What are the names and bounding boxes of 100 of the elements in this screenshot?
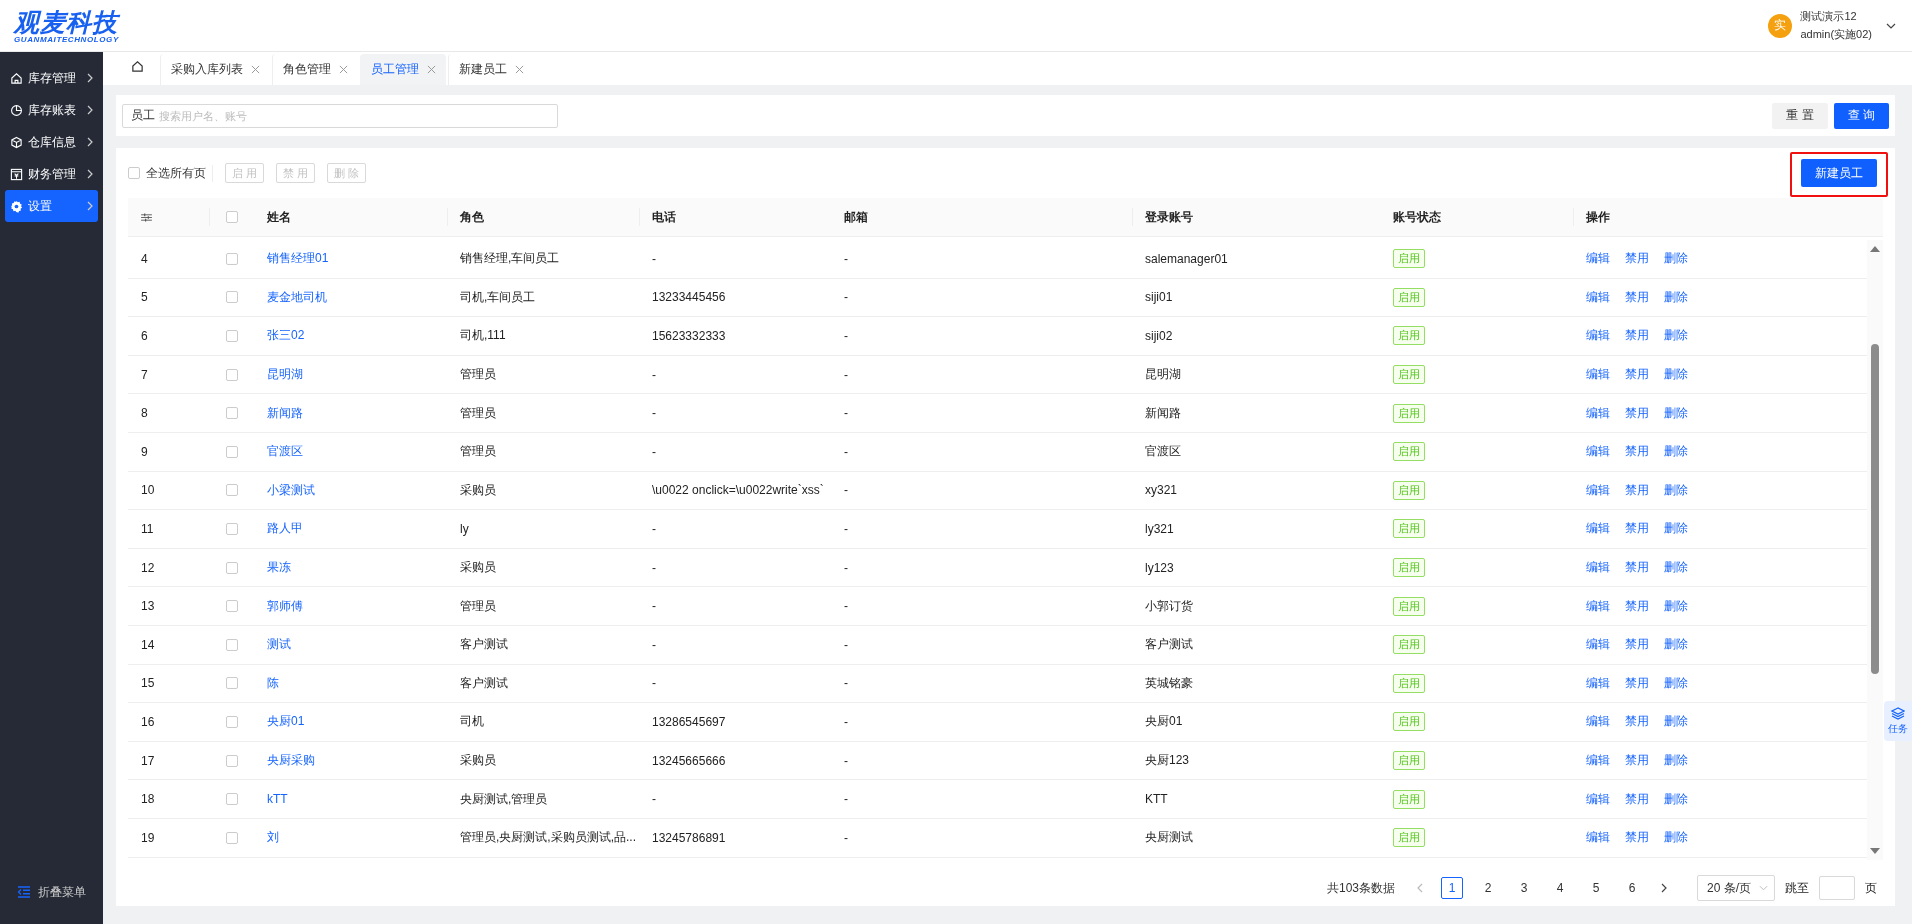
row-action-link[interactable]: 删除 bbox=[1664, 829, 1688, 847]
row-checkbox[interactable] bbox=[226, 291, 238, 304]
row-action-link[interactable]: 编辑 bbox=[1586, 713, 1610, 731]
page-number[interactable]: 1 bbox=[1441, 877, 1463, 899]
employee-name-link[interactable]: 果冻 bbox=[267, 559, 291, 577]
row-action-link[interactable]: 禁用 bbox=[1625, 404, 1649, 422]
employee-name-link[interactable]: 官渡区 bbox=[267, 443, 303, 461]
row-checkbox[interactable] bbox=[226, 600, 238, 613]
column-settings-icon[interactable] bbox=[141, 212, 152, 222]
row-action-link[interactable]: 删除 bbox=[1664, 481, 1688, 499]
row-action-link[interactable]: 编辑 bbox=[1586, 559, 1610, 577]
previous-page-icon[interactable] bbox=[1417, 883, 1423, 893]
page-number[interactable]: 5 bbox=[1585, 877, 1607, 899]
new-employee-button[interactable]: 新建员工 bbox=[1801, 159, 1877, 187]
page-number[interactable]: 4 bbox=[1549, 877, 1571, 899]
page-jump-field[interactable] bbox=[1819, 876, 1855, 900]
row-checkbox[interactable] bbox=[226, 831, 238, 844]
row-action-link[interactable]: 禁用 bbox=[1625, 443, 1649, 461]
row-action-link[interactable]: 编辑 bbox=[1586, 250, 1610, 268]
row-action-link[interactable]: 禁用 bbox=[1625, 713, 1649, 731]
employee-name-link[interactable]: 昆明湖 bbox=[267, 366, 303, 384]
row-checkbox[interactable] bbox=[226, 754, 238, 767]
page-number[interactable]: 2 bbox=[1477, 877, 1499, 899]
next-page-icon[interactable] bbox=[1661, 883, 1667, 893]
employee-name-link[interactable]: 新闻路 bbox=[267, 404, 303, 422]
row-action-link[interactable]: 删除 bbox=[1664, 443, 1688, 461]
row-action-link[interactable]: 编辑 bbox=[1586, 674, 1610, 692]
row-action-link[interactable]: 禁用 bbox=[1625, 327, 1649, 345]
row-checkbox[interactable] bbox=[226, 715, 238, 728]
task-side-tab[interactable]: 任务 bbox=[1884, 701, 1912, 741]
row-action-link[interactable]: 编辑 bbox=[1586, 829, 1610, 847]
row-checkbox[interactable] bbox=[226, 484, 238, 497]
row-checkbox[interactable] bbox=[226, 638, 238, 651]
collapse-menu-button[interactable]: 折叠菜单 bbox=[6, 878, 97, 906]
row-action-link[interactable]: 删除 bbox=[1664, 597, 1688, 615]
row-action-link[interactable]: 编辑 bbox=[1586, 327, 1610, 345]
page-tab[interactable]: 采购入库列表 bbox=[160, 54, 270, 86]
close-icon[interactable] bbox=[427, 65, 436, 75]
page-number[interactable]: 3 bbox=[1513, 877, 1535, 899]
employee-name-link[interactable]: kTT bbox=[267, 792, 288, 807]
page-tab[interactable]: 新建员工 bbox=[448, 54, 534, 86]
row-action-link[interactable]: 编辑 bbox=[1586, 288, 1610, 306]
page-number[interactable]: 6 bbox=[1621, 877, 1643, 899]
scrollbar[interactable] bbox=[1867, 240, 1883, 860]
row-action-link[interactable]: 删除 bbox=[1664, 752, 1688, 769]
row-action-link[interactable]: 禁用 bbox=[1625, 829, 1649, 847]
page-tab[interactable]: 员工管理 bbox=[360, 54, 446, 86]
scroll-down-icon[interactable] bbox=[1870, 848, 1880, 854]
row-action-link[interactable]: 删除 bbox=[1664, 520, 1688, 538]
page-tab[interactable]: 角色管理 bbox=[272, 54, 358, 86]
row-action-link[interactable]: 删除 bbox=[1664, 366, 1688, 384]
row-action-link[interactable]: 编辑 bbox=[1586, 520, 1610, 538]
employee-name-link[interactable]: 央厨采购 bbox=[267, 752, 315, 769]
row-action-link[interactable]: 编辑 bbox=[1586, 443, 1610, 461]
query-button[interactable]: 查 询 bbox=[1833, 102, 1889, 129]
row-checkbox[interactable] bbox=[226, 330, 238, 342]
row-action-link[interactable]: 禁用 bbox=[1625, 520, 1649, 538]
chevron-down-icon[interactable] bbox=[1886, 22, 1896, 29]
employee-name-link[interactable]: 郭师傅 bbox=[267, 597, 303, 615]
row-action-link[interactable]: 编辑 bbox=[1586, 366, 1610, 384]
employee-name-link[interactable]: 麦金地司机 bbox=[267, 288, 327, 306]
home-icon[interactable] bbox=[131, 60, 144, 74]
header-checkbox[interactable] bbox=[226, 211, 238, 223]
row-action-link[interactable]: 编辑 bbox=[1586, 404, 1610, 422]
sidebar-item[interactable]: 设置 bbox=[5, 190, 98, 222]
row-action-link[interactable]: 禁用 bbox=[1625, 674, 1649, 692]
row-action-link[interactable]: 编辑 bbox=[1586, 597, 1610, 615]
employee-name-link[interactable]: 小梁测试 bbox=[267, 481, 315, 499]
employee-name-link[interactable]: 央厨01 bbox=[267, 713, 305, 731]
row-action-link[interactable]: 删除 bbox=[1664, 327, 1688, 345]
row-checkbox[interactable] bbox=[226, 445, 238, 458]
row-action-link[interactable]: 禁用 bbox=[1625, 597, 1649, 615]
row-action-link[interactable]: 禁用 bbox=[1625, 366, 1649, 384]
row-checkbox[interactable] bbox=[226, 677, 238, 690]
row-action-link[interactable]: 删除 bbox=[1664, 713, 1688, 731]
employee-name-link[interactable]: 测试 bbox=[267, 636, 291, 654]
employee-name-link[interactable]: 刘 bbox=[267, 829, 279, 847]
row-action-link[interactable]: 删除 bbox=[1664, 674, 1688, 692]
row-action-link[interactable]: 删除 bbox=[1664, 559, 1688, 577]
employee-name-link[interactable]: 销售经理01 bbox=[267, 250, 329, 268]
row-checkbox[interactable] bbox=[226, 793, 238, 806]
page-size-select[interactable]: 20 条/页 bbox=[1697, 875, 1775, 901]
employee-name-link[interactable]: 路人甲 bbox=[267, 520, 303, 538]
employee-name-link[interactable]: 陈 bbox=[267, 674, 279, 692]
row-checkbox[interactable] bbox=[226, 561, 238, 574]
row-action-link[interactable]: 删除 bbox=[1664, 288, 1688, 306]
row-checkbox[interactable] bbox=[226, 407, 238, 420]
row-action-link[interactable]: 删除 bbox=[1664, 404, 1688, 422]
row-checkbox[interactable] bbox=[226, 252, 238, 265]
select-all-checkbox[interactable]: 全选所有页 bbox=[128, 164, 213, 182]
row-action-link[interactable]: 禁用 bbox=[1625, 636, 1649, 654]
row-action-link[interactable]: 禁用 bbox=[1625, 790, 1649, 808]
row-action-link[interactable]: 编辑 bbox=[1586, 636, 1610, 654]
row-action-link[interactable]: 禁用 bbox=[1625, 481, 1649, 499]
sidebar-item[interactable]: 财务管理 bbox=[5, 158, 98, 190]
row-action-link[interactable]: 编辑 bbox=[1586, 752, 1610, 769]
row-checkbox[interactable] bbox=[226, 522, 238, 535]
row-action-link[interactable]: 删除 bbox=[1664, 790, 1688, 808]
row-action-link[interactable]: 禁用 bbox=[1625, 559, 1649, 577]
sidebar-item[interactable]: 库存账表 bbox=[5, 94, 98, 126]
